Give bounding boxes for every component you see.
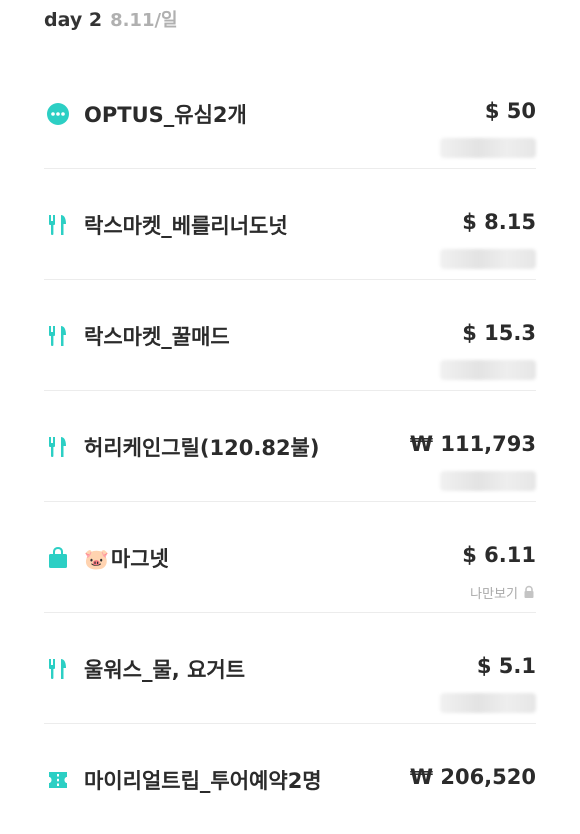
fork-knife-icon (46, 435, 70, 459)
blurred-converted-amount (440, 360, 536, 380)
shopping-bag-icon (46, 546, 70, 570)
expense-amount: $ 15.3 (462, 321, 536, 345)
expense-name: 허리케인그릴(120.82불) (84, 436, 320, 460)
expense-amount: $ 5.1 (476, 654, 536, 678)
expense-row[interactable]: 마이리얼트립_투어예약2명 ₩ 206,520 (44, 724, 536, 834)
private-indicator: 나만보기 (470, 582, 536, 602)
fork-knife-icon (46, 213, 70, 237)
expense-row[interactable]: 락스마켓_베를리너도넛 $ 8.15 (44, 169, 536, 280)
ticket-icon (46, 768, 70, 792)
private-label: 나만보기 (470, 586, 518, 602)
expense-row[interactable]: 🐷마그넷 $ 6.11 나만보기 (44, 502, 536, 613)
pig-emoji: 🐷 (84, 547, 109, 571)
expense-name: 🐷마그넷 (84, 543, 169, 573)
day-label: day 2 (44, 9, 103, 31)
lock-icon (524, 585, 534, 598)
day-header: day 2 8.11/일 (44, 6, 178, 36)
expense-name: 락스마켓_베를리너도넛 (84, 214, 288, 238)
expense-row[interactable]: OPTUS_유심2개 $ 50 (44, 58, 536, 169)
expense-amount: $ 6.11 (462, 543, 536, 567)
blurred-converted-amount (440, 471, 536, 491)
blurred-converted-amount (440, 693, 536, 713)
expense-name: OPTUS_유심2개 (84, 103, 247, 127)
expense-row[interactable]: 락스마켓_꿀매드 $ 15.3 (44, 280, 536, 391)
blurred-converted-amount (440, 249, 536, 269)
more-dots-icon (46, 102, 70, 126)
expense-name-text: 마그넷 (110, 547, 169, 571)
expense-row[interactable]: 울워스_물, 요거트 $ 5.1 (44, 613, 536, 724)
expense-amount: $ 8.15 (462, 210, 536, 234)
expense-name: 마이리얼트립_투어예약2명 (84, 769, 322, 793)
fork-knife-icon (46, 324, 70, 348)
expense-list: OPTUS_유심2개 $ 50 락스마켓_베를리너도넛 $ 8.15 락스마켓_… (0, 58, 580, 834)
expense-name: 울워스_물, 요거트 (84, 658, 246, 682)
expense-amount: $ 50 (484, 99, 536, 123)
expense-row[interactable]: 허리케인그릴(120.82불) ₩ 111,793 (44, 391, 536, 502)
expense-name: 락스마켓_꿀매드 (84, 325, 230, 349)
fork-knife-icon (46, 657, 70, 681)
day-date: 8.11/일 (110, 10, 178, 31)
expense-amount: ₩ 206,520 (409, 765, 536, 789)
expense-amount: ₩ 111,793 (409, 432, 536, 456)
blurred-converted-amount (440, 138, 536, 158)
